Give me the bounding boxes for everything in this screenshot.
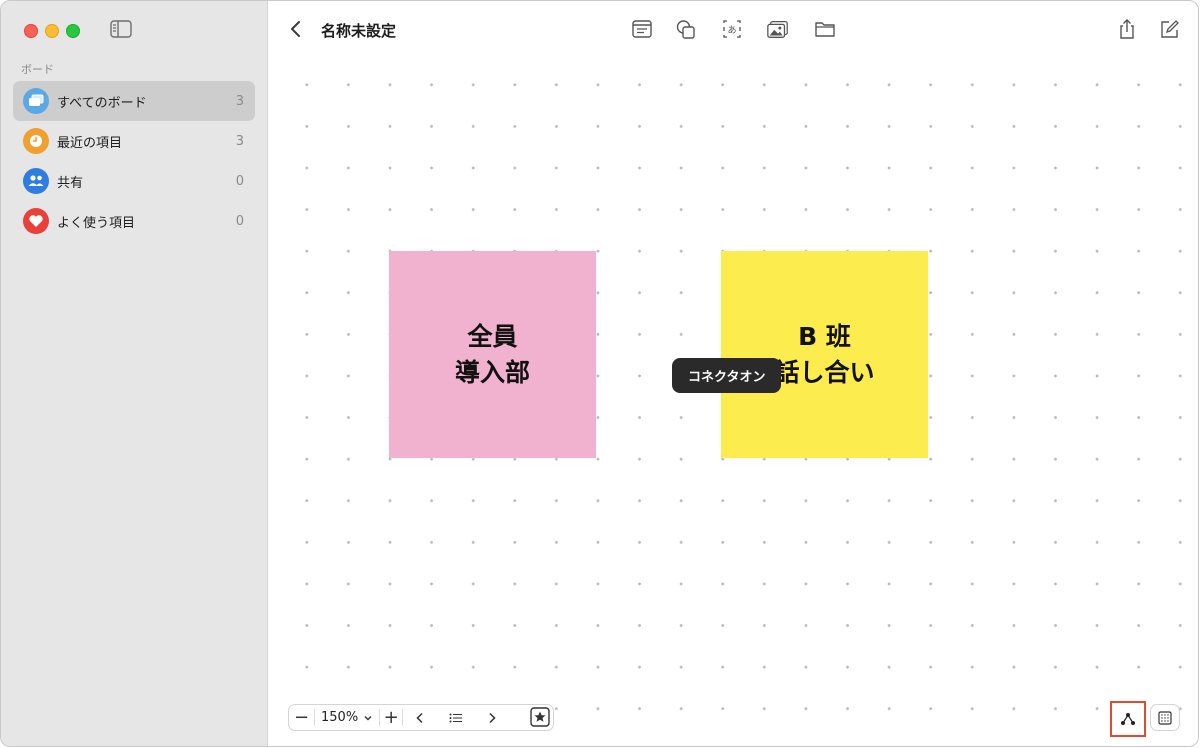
- zoom-toolbar: − 150% +: [288, 704, 554, 731]
- sidebar-item-favorites[interactable]: よく使う項目 0: [13, 201, 255, 241]
- people-icon: [23, 168, 49, 194]
- page-title: 名称未設定: [321, 22, 397, 40]
- close-window-button[interactable]: [24, 24, 38, 38]
- sidebar-item-count: 0: [235, 173, 244, 189]
- sidebar-toggle-icon[interactable]: [110, 20, 132, 38]
- sidebar-item-count: 3: [235, 93, 244, 109]
- folder-icon[interactable]: [813, 18, 837, 40]
- text-icon[interactable]: あ: [720, 18, 744, 40]
- sidebar-item-recent[interactable]: 最近の項目 3: [13, 121, 255, 161]
- sticky-note[interactable]: B 班 話し合い: [721, 251, 928, 458]
- sticky-note[interactable]: 全員 導入部: [389, 251, 596, 458]
- zoom-level-value: 150%: [321, 710, 359, 725]
- zoom-level-select[interactable]: 150%: [315, 710, 379, 725]
- share-icon[interactable]: [1115, 18, 1139, 40]
- boards-icon: [23, 88, 49, 114]
- minimize-window-button[interactable]: [45, 24, 59, 38]
- text-box-icon[interactable]: [630, 18, 654, 40]
- zoom-in-button[interactable]: +: [380, 705, 402, 730]
- previous-scene-button[interactable]: [403, 705, 437, 730]
- sidebar-item-label: 最近の項目: [57, 135, 123, 151]
- chevron-right-icon: [489, 712, 496, 723]
- grid-toggle-button[interactable]: [1150, 704, 1180, 731]
- sidebar-item-count: 3: [235, 133, 244, 149]
- compose-icon[interactable]: [1158, 18, 1182, 40]
- svg-text:あ: あ: [727, 25, 736, 36]
- chevron-down-icon: [364, 715, 372, 720]
- chevron-left-icon: [416, 712, 423, 723]
- app-window: ボード すべてのボード 3 最近の項目 3 共有 0 よく使う項目 0 名称未設…: [0, 0, 1199, 747]
- list-icon: [449, 713, 463, 722]
- freeform-canvas[interactable]: 全員 導入部 B 班 話し合い コネクタオン: [268, 63, 1198, 746]
- sidebar-item-label: よく使う項目: [57, 215, 136, 231]
- scenes-list-button[interactable]: [437, 705, 475, 730]
- back-chevron-icon[interactable]: [286, 18, 306, 40]
- board-area: 名称未設定 あ 全員 導入部 B 班 話し合い コネクタオン − 150% +: [268, 1, 1198, 746]
- grid-icon: [1158, 710, 1172, 725]
- zoom-out-button[interactable]: −: [289, 705, 314, 730]
- sidebar-item-count: 0: [235, 213, 244, 229]
- sidebar-item-label: 共有: [57, 175, 84, 191]
- sidebar-item-all-boards[interactable]: すべてのボード 3: [13, 81, 255, 121]
- heart-icon: [23, 208, 49, 234]
- connector-icon: [1121, 713, 1135, 725]
- next-scene-button[interactable]: [475, 705, 509, 730]
- zoom-window-button[interactable]: [66, 24, 80, 38]
- sidebar: ボード すべてのボード 3 最近の項目 3 共有 0 よく使う項目 0: [1, 1, 268, 746]
- sidebar-section-label: ボード: [21, 63, 54, 76]
- connector-tooltip: コネクタオン: [672, 358, 782, 393]
- star-scene-icon[interactable]: [529, 706, 551, 728]
- shapes-icon[interactable]: [674, 18, 698, 40]
- media-icon[interactable]: [766, 18, 790, 40]
- sidebar-item-label: すべてのボード: [57, 95, 147, 111]
- sidebar-item-shared[interactable]: 共有 0: [13, 161, 255, 201]
- connector-toggle-button[interactable]: [1110, 701, 1146, 737]
- clock-icon: [23, 128, 49, 154]
